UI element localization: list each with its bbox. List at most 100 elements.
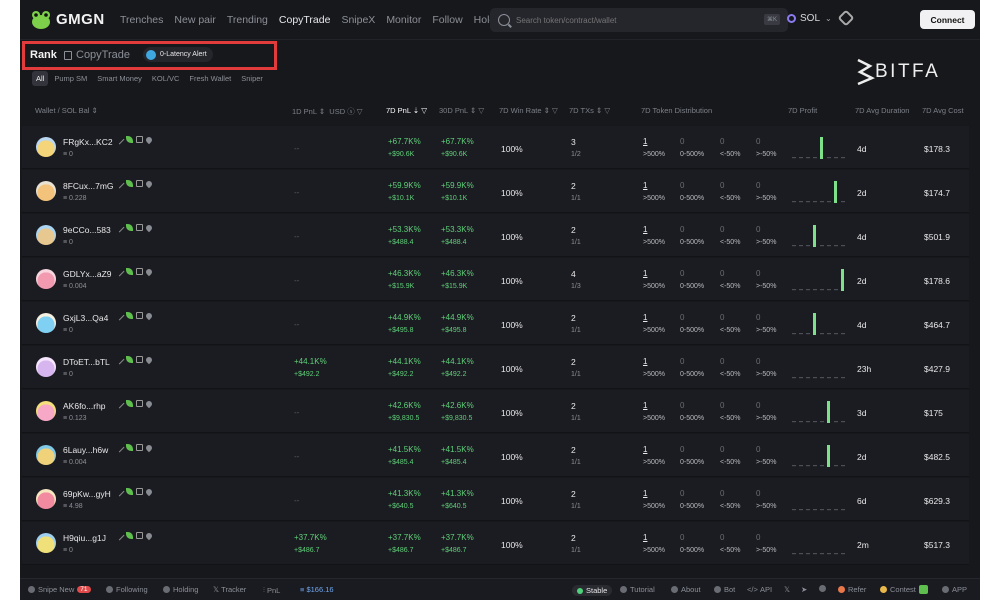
wallet-name[interactable]: 6Lauy...h6w (63, 445, 108, 455)
dist-value[interactable]: 1 (643, 137, 647, 146)
dist-value[interactable]: 1 (643, 357, 647, 366)
wallet-name[interactable]: H9qiu...g1J (63, 533, 106, 543)
footer-about[interactable]: About (671, 585, 701, 594)
logo[interactable]: GMGN (30, 10, 120, 30)
table-row[interactable]: AK6fo...rhp ≡ 0.123 -- +42.6K% +$9,830.5 +42.… (22, 390, 969, 433)
table-row[interactable]: 69pKw...gyH ≡ 4.98 -- +41.3K% +$640.5 +41.3K%… (22, 478, 969, 521)
footer-telegram-link[interactable]: ➤ (801, 585, 807, 594)
heart-icon[interactable] (144, 487, 154, 496)
heart-icon[interactable] (144, 399, 154, 408)
copy-icon[interactable] (136, 224, 143, 231)
footer-api[interactable]: </> API (747, 585, 772, 594)
copy-icon[interactable] (136, 400, 143, 407)
dist-value[interactable]: 1 (643, 225, 647, 234)
edit-icon[interactable] (114, 442, 125, 453)
table-row[interactable]: GDLYx...aZ9 ≡ 0.004 -- +46.3K% +$15.9K +46.3K… (22, 258, 969, 301)
footer-bot[interactable]: Bot (714, 585, 735, 594)
wallet-name[interactable]: AK6fo...rhp (63, 401, 106, 411)
avatar[interactable] (36, 401, 56, 421)
footer-pnl[interactable]: ⫶ PnL (263, 585, 280, 595)
heart-icon[interactable] (144, 267, 154, 276)
edit-icon[interactable] (114, 530, 125, 541)
wallet-name[interactable]: DToET...bTL (63, 357, 110, 367)
footer-contest[interactable]: Contest (880, 585, 928, 594)
table-row[interactable]: 6Lauy...h6w ≡ 0.004 -- +41.5K% +$485.4 +41.5K… (22, 434, 969, 477)
avatar[interactable] (36, 445, 56, 465)
filter-all[interactable]: All (32, 71, 49, 86)
footer-following[interactable]: Following (106, 585, 148, 594)
heart-icon[interactable] (144, 355, 154, 364)
nav-link-monitor[interactable]: Monitor (386, 14, 421, 26)
footer-x-link[interactable]: 𝕏 (784, 585, 790, 594)
heart-icon[interactable] (144, 179, 154, 188)
avatar[interactable] (36, 357, 56, 377)
heart-icon[interactable] (144, 223, 154, 232)
avatar[interactable] (36, 137, 56, 157)
nav-link-copytrade[interactable]: CopyTrade (279, 14, 331, 26)
wallet-name[interactable]: GxjL3...Qa4 (63, 313, 108, 323)
copy-icon[interactable] (136, 356, 143, 363)
edit-icon[interactable] (114, 398, 125, 409)
copy-icon[interactable] (136, 532, 143, 539)
dist-value[interactable]: 1 (643, 489, 647, 498)
search-bar[interactable]: ⌘K (490, 8, 788, 32)
footer-app[interactable]: APP (942, 585, 967, 594)
chain-selector[interactable]: SOL ⌄ (787, 13, 832, 24)
edit-icon[interactable] (114, 354, 125, 365)
wallet-name[interactable]: 8FCux...7mG (63, 181, 114, 191)
dist-value[interactable]: 1 (643, 269, 647, 278)
dist-value[interactable]: 1 (643, 445, 647, 454)
filter-fresh-wallet[interactable]: Fresh Wallet (185, 71, 235, 86)
col-pnl-30d[interactable]: 30D PnL ⇕ ▽ (439, 106, 484, 115)
heart-icon[interactable] (144, 135, 154, 144)
edit-icon[interactable] (114, 178, 125, 189)
footer-balance[interactable]: ≡ $166.16 (300, 585, 334, 594)
table-row[interactable]: DToET...bTL ≡ 0 +44.1K% +$492.2 +44.1K% +$492… (22, 346, 969, 389)
col-txs[interactable]: 7D TXs ⇕ ▽ (569, 106, 610, 115)
filter-pump-sm[interactable]: Pump SM (50, 71, 91, 86)
col-pnl-7d[interactable]: 7D PnL ⇣ ▽ (386, 106, 427, 115)
copy-icon[interactable] (136, 180, 143, 187)
heart-icon[interactable] (144, 531, 154, 540)
dist-value[interactable]: 1 (643, 313, 647, 322)
wallet-name[interactable]: GDLYx...aZ9 (63, 269, 112, 279)
table-row[interactable]: 8FCux...7mG ≡ 0.228 -- +59.9K% +$10.1K +59.9K… (22, 170, 969, 213)
avatar[interactable] (36, 269, 56, 289)
table-row[interactable]: FRgKx...KC2 ≡ 0 -- +67.7K% +$90.6K +67.7K% +$9… (22, 126, 969, 169)
search-input[interactable] (516, 15, 736, 25)
avatar[interactable] (36, 533, 56, 553)
footer-stable[interactable]: Stable (572, 585, 613, 596)
table-row[interactable]: 9eCCo...583 ≡ 0 -- +53.3K% +$488.4 +53.3K% +$4… (22, 214, 969, 257)
table-row[interactable]: GxjL3...Qa4 ≡ 0 -- +44.9K% +$495.8 +44.9K% +$4… (22, 302, 969, 345)
footer-snipe-new[interactable]: Snipe New 71 (28, 585, 91, 594)
nav-link-trenches[interactable]: Trenches (120, 14, 163, 26)
avatar[interactable] (36, 225, 56, 245)
avatar[interactable] (36, 181, 56, 201)
copy-icon[interactable] (136, 444, 143, 451)
heart-icon[interactable] (144, 443, 154, 452)
col-winrate[interactable]: 7D Win Rate ⇕ ▽ (499, 106, 558, 115)
footer-holding[interactable]: Holding (163, 585, 198, 594)
col-wallet[interactable]: Wallet / SOL Bal ⇕ (35, 106, 98, 115)
latency-alert-button[interactable]: 0-Latency Alert (143, 47, 213, 62)
footer-discord-link[interactable] (819, 585, 829, 592)
footer-tutorial[interactable]: Tutorial (620, 585, 655, 594)
dist-value[interactable]: 1 (643, 533, 647, 542)
edit-icon[interactable] (114, 222, 125, 233)
wallet-name[interactable]: FRgKx...KC2 (63, 137, 113, 147)
table-row[interactable]: H9qiu...g1J ≡ 0 +37.7K% +$486.7 +37.7K% +$486… (22, 522, 969, 565)
col-pnl-1d[interactable]: 1D PnL ⇕ USD ⓢ ▽ (292, 106, 363, 117)
filter-smart-money[interactable]: Smart Money (93, 71, 146, 86)
copy-icon[interactable] (136, 312, 143, 319)
nav-link-snipex[interactable]: SnipeX (341, 14, 375, 26)
dist-value[interactable]: 1 (643, 401, 647, 410)
gear-icon[interactable] (837, 9, 855, 27)
edit-icon[interactable] (114, 266, 125, 277)
wallet-name[interactable]: 9eCCo...583 (63, 225, 111, 235)
wallet-name[interactable]: 69pKw...gyH (63, 489, 111, 499)
heart-icon[interactable] (144, 311, 154, 320)
edit-icon[interactable] (114, 134, 125, 145)
filter-kol-vc[interactable]: KOL/VC (148, 71, 184, 86)
footer-tracker[interactable]: 𝕏 Tracker (213, 585, 246, 594)
copy-icon[interactable] (136, 488, 143, 495)
